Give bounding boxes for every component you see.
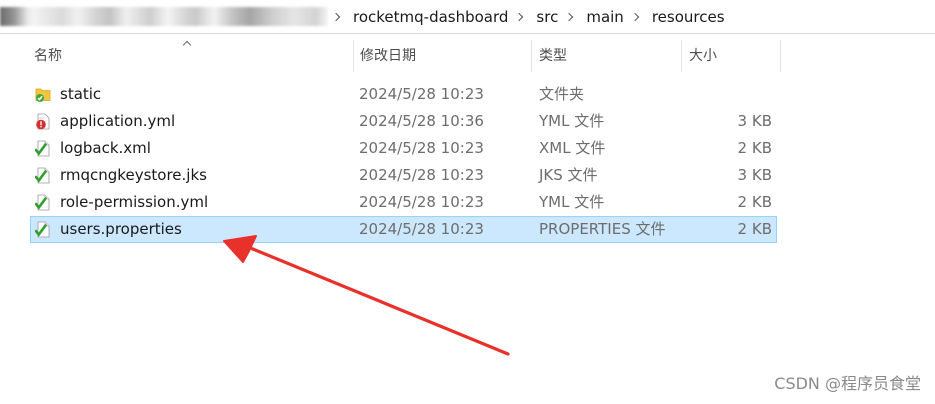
file-size: 2 KB (737, 193, 772, 211)
file-row[interactable]: users.properties 2024/5/28 10:23 PROPERTIE… (30, 216, 777, 243)
annotation-arrow-shaft (246, 245, 510, 356)
file-type: XML 文件 (539, 139, 606, 157)
file-type: YML 文件 (539, 112, 605, 130)
file-type: PROPERTIES 文件 (539, 220, 666, 238)
file-modified-date: 2024/5/28 10:23 (359, 85, 484, 103)
chevron-right-icon[interactable] (632, 13, 640, 21)
file-size: 2 KB (737, 220, 772, 238)
file-synced-icon (34, 167, 51, 184)
file-modified-date: 2024/5/28 10:23 (359, 139, 484, 157)
file-name: users.properties (60, 220, 182, 238)
file-row[interactable]: rmqcngkeystore.jks 2024/5/28 10:23 JKS 文件 3… (30, 162, 777, 189)
chevron-right-icon[interactable] (566, 13, 574, 21)
file-list: static 2024/5/28 10:23 文件夹 application.yml 2… (30, 81, 777, 243)
file-name: application.yml (60, 112, 176, 130)
file-row[interactable]: application.yml 2024/5/28 10:36 YML 文件 3 KB (30, 108, 777, 135)
file-row[interactable]: role-permission.yml 2024/5/28 10:23 YML 文件… (30, 189, 777, 216)
file-name: rmqcngkeystore.jks (60, 166, 207, 184)
breadcrumb-item-rocketmq-dashboard[interactable]: rocketmq-dashboard (353, 8, 508, 26)
column-divider[interactable] (531, 40, 532, 72)
column-header-type[interactable]: 类型 (533, 34, 681, 72)
file-name: role-permission.yml (60, 193, 209, 211)
breadcrumb-item-main[interactable]: main (586, 8, 623, 26)
breadcrumb-item-src[interactable]: src (536, 8, 558, 26)
column-header-date[interactable]: 修改日期 (354, 34, 532, 72)
column-header-size[interactable]: 大小 (683, 34, 780, 72)
file-name: static (60, 85, 102, 103)
file-size: 3 KB (737, 112, 772, 130)
file-synced-icon (34, 221, 51, 238)
file-row[interactable]: static 2024/5/28 10:23 文件夹 (30, 81, 777, 108)
folder-sync-icon (35, 86, 51, 103)
file-conflict-icon (35, 113, 51, 130)
file-name: logback.xml (60, 139, 151, 157)
watermark: CSDN @程序员食堂 (774, 374, 921, 393)
column-divider[interactable] (780, 40, 781, 72)
file-modified-date: 2024/5/28 10:36 (359, 112, 484, 130)
chevron-right-icon[interactable] (516, 13, 524, 21)
chevron-right-icon[interactable] (333, 13, 341, 21)
file-modified-date: 2024/5/28 10:23 (359, 193, 484, 211)
file-type: 文件夹 (539, 85, 585, 103)
file-row[interactable]: logback.xml 2024/5/28 10:23 XML 文件 2 KB (30, 135, 777, 162)
column-header-row: 名称 修改日期 类型 大小 (0, 34, 935, 72)
file-type: YML 文件 (539, 193, 605, 211)
blurred-path-prefix (0, 7, 328, 26)
file-size: 3 KB (737, 166, 772, 184)
file-modified-date: 2024/5/28 10:23 (359, 220, 484, 238)
file-modified-date: 2024/5/28 10:23 (359, 166, 484, 184)
file-type: JKS 文件 (539, 166, 598, 184)
file-synced-icon (34, 140, 51, 157)
file-explorer-window: rocketmq-dashboard src main resources 名称… (0, 0, 935, 404)
breadcrumb-item-resources[interactable]: resources (652, 8, 725, 26)
file-synced-icon (34, 194, 51, 211)
breadcrumb: rocketmq-dashboard src main resources (333, 6, 725, 28)
column-divider[interactable] (681, 40, 682, 72)
file-size: 2 KB (737, 139, 772, 157)
sort-ascending-icon (183, 39, 192, 48)
address-bar[interactable]: rocketmq-dashboard src main resources (0, 0, 935, 34)
